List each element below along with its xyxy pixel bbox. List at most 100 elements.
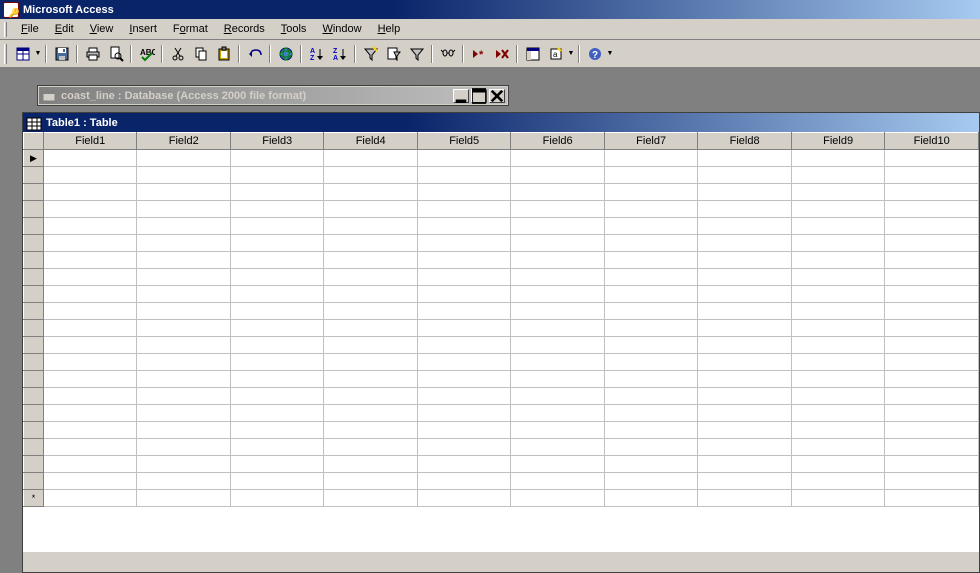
- row-selector[interactable]: [24, 167, 44, 184]
- cell[interactable]: [511, 320, 604, 337]
- cell[interactable]: [511, 439, 604, 456]
- cell[interactable]: [324, 456, 417, 473]
- cell[interactable]: [417, 320, 510, 337]
- cell[interactable]: [885, 269, 979, 286]
- row-selector[interactable]: [24, 286, 44, 303]
- cell[interactable]: [698, 201, 791, 218]
- column-header[interactable]: Field7: [604, 133, 697, 150]
- cell[interactable]: [230, 218, 323, 235]
- cell[interactable]: [885, 354, 979, 371]
- row-selector[interactable]: [24, 218, 44, 235]
- cell[interactable]: [230, 337, 323, 354]
- cell[interactable]: [230, 473, 323, 490]
- view-dropdown[interactable]: ▼: [34, 50, 42, 57]
- column-header[interactable]: Field8: [698, 133, 791, 150]
- cell[interactable]: [511, 388, 604, 405]
- cell[interactable]: [511, 286, 604, 303]
- row-selector[interactable]: [24, 371, 44, 388]
- cell[interactable]: [137, 456, 230, 473]
- cell[interactable]: [44, 184, 137, 201]
- cell[interactable]: [511, 201, 604, 218]
- cell[interactable]: [604, 252, 697, 269]
- column-header[interactable]: Field3: [230, 133, 323, 150]
- cell[interactable]: [885, 439, 979, 456]
- cell[interactable]: [44, 201, 137, 218]
- cell[interactable]: [604, 201, 697, 218]
- row-selector[interactable]: [24, 269, 44, 286]
- cell[interactable]: [324, 218, 417, 235]
- cell[interactable]: [324, 439, 417, 456]
- cut-button[interactable]: [166, 43, 189, 65]
- row-selector[interactable]: [24, 422, 44, 439]
- menu-file[interactable]: File: [13, 21, 47, 37]
- cell[interactable]: [604, 235, 697, 252]
- menu-edit[interactable]: Edit: [47, 21, 82, 37]
- menu-insert[interactable]: Insert: [121, 21, 165, 37]
- cell[interactable]: [137, 422, 230, 439]
- row-selector[interactable]: [24, 184, 44, 201]
- cell[interactable]: [885, 405, 979, 422]
- cell[interactable]: [604, 269, 697, 286]
- database-window[interactable]: coast_line : Database (Access 2000 file …: [38, 86, 508, 109]
- cell[interactable]: [511, 490, 604, 507]
- column-header[interactable]: Field4: [324, 133, 417, 150]
- spelling-button[interactable]: ABC: [135, 43, 158, 65]
- cell[interactable]: [230, 354, 323, 371]
- cell[interactable]: [324, 269, 417, 286]
- cell[interactable]: [604, 439, 697, 456]
- column-header[interactable]: Field6: [511, 133, 604, 150]
- cell[interactable]: [324, 405, 417, 422]
- db-maximize-button[interactable]: [471, 89, 487, 103]
- cell[interactable]: [324, 354, 417, 371]
- cell[interactable]: [417, 201, 510, 218]
- cell[interactable]: [324, 167, 417, 184]
- cell[interactable]: [885, 286, 979, 303]
- row-selector[interactable]: [24, 337, 44, 354]
- cell[interactable]: [230, 201, 323, 218]
- cell[interactable]: [511, 218, 604, 235]
- cell[interactable]: [698, 473, 791, 490]
- cell[interactable]: [791, 218, 884, 235]
- cell[interactable]: [791, 490, 884, 507]
- cell[interactable]: [511, 405, 604, 422]
- cell[interactable]: [604, 337, 697, 354]
- column-header[interactable]: Field1: [44, 133, 137, 150]
- menu-grip[interactable]: [4, 22, 7, 37]
- cell[interactable]: [230, 167, 323, 184]
- cell[interactable]: [230, 269, 323, 286]
- cell[interactable]: [137, 252, 230, 269]
- cell[interactable]: [417, 473, 510, 490]
- cell[interactable]: [324, 320, 417, 337]
- cell[interactable]: [698, 490, 791, 507]
- sort-ascending-button[interactable]: AZ: [305, 43, 328, 65]
- cell[interactable]: [137, 150, 230, 167]
- help-button[interactable]: ?: [583, 43, 606, 65]
- cell[interactable]: [698, 235, 791, 252]
- cell[interactable]: [791, 150, 884, 167]
- column-header[interactable]: Field9: [791, 133, 884, 150]
- cell[interactable]: [604, 473, 697, 490]
- cell[interactable]: [230, 405, 323, 422]
- db-minimize-button[interactable]: [453, 89, 469, 103]
- cell[interactable]: [885, 201, 979, 218]
- cell[interactable]: [698, 303, 791, 320]
- cell[interactable]: [44, 371, 137, 388]
- row-selector[interactable]: [24, 473, 44, 490]
- help-dropdown[interactable]: ▼: [606, 50, 614, 57]
- cell[interactable]: [230, 320, 323, 337]
- cell[interactable]: [885, 388, 979, 405]
- cell[interactable]: [511, 184, 604, 201]
- cell[interactable]: [511, 252, 604, 269]
- cell[interactable]: [44, 439, 137, 456]
- datasheet-grid[interactable]: Field1Field2Field3Field4Field5Field6Fiel…: [23, 132, 979, 552]
- menu-help[interactable]: Help: [370, 21, 409, 37]
- paste-button[interactable]: [212, 43, 235, 65]
- column-header[interactable]: Field5: [417, 133, 510, 150]
- cell[interactable]: [417, 405, 510, 422]
- cell[interactable]: [137, 439, 230, 456]
- cell[interactable]: [230, 371, 323, 388]
- cell[interactable]: [604, 150, 697, 167]
- cell[interactable]: [44, 167, 137, 184]
- cell[interactable]: [137, 337, 230, 354]
- cell[interactable]: [230, 490, 323, 507]
